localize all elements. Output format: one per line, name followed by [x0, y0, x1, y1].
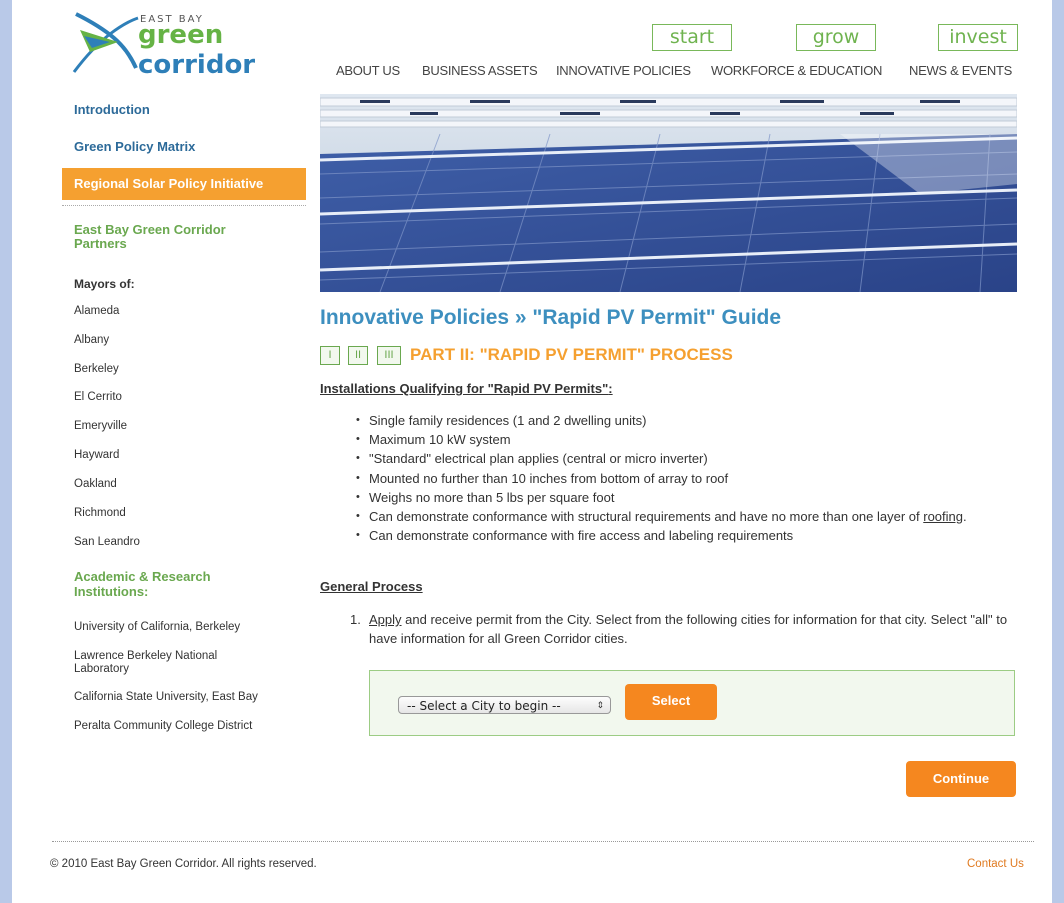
sidebar-mayor-link[interactable]: Hayward — [74, 449, 119, 461]
sidebar-academic-heading: Academic & Research Institutions: — [74, 569, 211, 599]
sidebar-institution-link[interactable]: Peralta Community College District — [74, 720, 252, 732]
qualifying-heading-text: Installations Qualifying for "Rapid PV P… — [320, 381, 609, 396]
part-tab-2[interactable]: II — [348, 346, 368, 365]
sidebar-divider — [62, 205, 306, 206]
logo-mark-icon — [72, 12, 139, 73]
sidebar-item-green-policy-matrix[interactable]: Green Policy Matrix — [74, 139, 195, 154]
sidebar-institution-link[interactable]: California State University, East Bay — [74, 691, 258, 703]
nav-about-us[interactable]: ABOUT US — [336, 63, 400, 78]
footer-copyright: © 2010 East Bay Green Corridor. All righ… — [50, 858, 317, 870]
select-arrows-icon: ⇕ — [596, 701, 604, 711]
grow-button[interactable]: grow — [796, 24, 876, 51]
roofing-link[interactable]: roofing — [923, 509, 963, 524]
part-tab-1[interactable]: I — [320, 346, 340, 365]
logo-wordmark: green corridor — [138, 20, 340, 80]
list-item: Weighs no more than 5 lbs per square foo… — [356, 488, 1016, 507]
select-button[interactable]: Select — [625, 684, 717, 720]
solar-panels-illustration — [320, 94, 1017, 292]
nav-innovative-policies[interactable]: INNOVATIVE POLICIES — [556, 63, 691, 78]
continue-button[interactable]: Continue — [906, 761, 1016, 797]
list-item: Can demonstrate conformance with structu… — [356, 507, 1016, 526]
sidebar-item-partners[interactable]: East Bay Green Corridor Partners — [74, 223, 274, 251]
step-description: and receive permit from the City. Select… — [369, 612, 1008, 646]
qualifying-heading: Installations Qualifying for "Rapid PV P… — [320, 381, 613, 396]
contact-us-link[interactable]: Contact Us — [967, 858, 1024, 870]
qualifying-heading-colon: : — [608, 381, 613, 396]
start-button[interactable]: start — [652, 24, 732, 51]
general-process-heading: General Process — [320, 579, 423, 594]
sidebar-item-introduction[interactable]: Introduction — [74, 102, 150, 117]
qualifying-list: Single family residences (1 and 2 dwelli… — [356, 411, 1016, 546]
page-title: Innovative Policies » "Rapid PV Permit" … — [320, 306, 782, 329]
part-title: PART II: "RAPID PV PERMIT" PROCESS — [410, 345, 733, 364]
step-number: 1. — [350, 612, 361, 627]
part-tab-3[interactable]: III — [377, 346, 401, 365]
nav-news-events[interactable]: NEWS & EVENTS — [909, 63, 1012, 78]
invest-button[interactable]: invest — [938, 24, 1018, 51]
structural-end: . — [963, 509, 967, 525]
sidebar-mayors-heading: Mayors of: — [74, 277, 135, 291]
sidebar-item-regional-solar-active[interactable]: Regional Solar Policy Initiative — [62, 168, 306, 200]
list-item: "Standard" electrical plan applies (cent… — [356, 449, 1016, 468]
logo-word-corridor: corridor — [138, 50, 256, 80]
structural-text: Can demonstrate conformance with structu… — [369, 509, 924, 525]
city-select-value: -- Select a City to begin -- — [407, 699, 561, 713]
hero-solar-panels-image — [320, 94, 1017, 292]
list-item: Single family residences (1 and 2 dwelli… — [356, 411, 1016, 430]
page: EAST BAY green corridor start grow inves… — [12, 0, 1052, 903]
sidebar-mayor-link[interactable]: Richmond — [74, 507, 126, 519]
sidebar-mayor-link[interactable]: Alameda — [74, 305, 119, 317]
sidebar-institution-link[interactable]: University of California, Berkeley — [74, 621, 240, 633]
sidebar-mayor-link[interactable]: Albany — [74, 334, 109, 346]
nav-business-assets[interactable]: BUSINESS ASSETS — [422, 63, 538, 78]
step-text: Apply and receive permit from the City. … — [369, 610, 1019, 648]
apply-link[interactable]: Apply — [369, 612, 402, 627]
list-item: Maximum 10 kW system — [356, 430, 1016, 449]
sidebar-mayor-link[interactable]: San Leandro — [74, 536, 140, 548]
sidebar-mayor-link[interactable]: Berkeley — [74, 363, 119, 375]
sidebar-institution-link[interactable]: Lawrence Berkeley National Laboratory — [74, 650, 264, 676]
sidebar-mayor-link[interactable]: Oakland — [74, 478, 117, 490]
site-logo[interactable]: EAST BAY green corridor — [70, 8, 340, 80]
footer-divider — [52, 841, 1034, 842]
logo-word-green: green — [138, 20, 224, 50]
sidebar-mayor-link[interactable]: Emeryville — [74, 420, 127, 432]
list-item: Mounted no further than 10 inches from b… — [356, 469, 1016, 488]
nav-workforce-education[interactable]: WORKFORCE & EDUCATION — [711, 63, 882, 78]
sidebar-mayor-link[interactable]: El Cerrito — [74, 391, 122, 403]
city-select-dropdown[interactable]: -- Select a City to begin -- ⇕ — [398, 696, 611, 714]
city-select-panel: -- Select a City to begin -- ⇕ Select — [369, 670, 1015, 736]
list-item: Can demonstrate conformance with fire ac… — [356, 526, 1016, 545]
